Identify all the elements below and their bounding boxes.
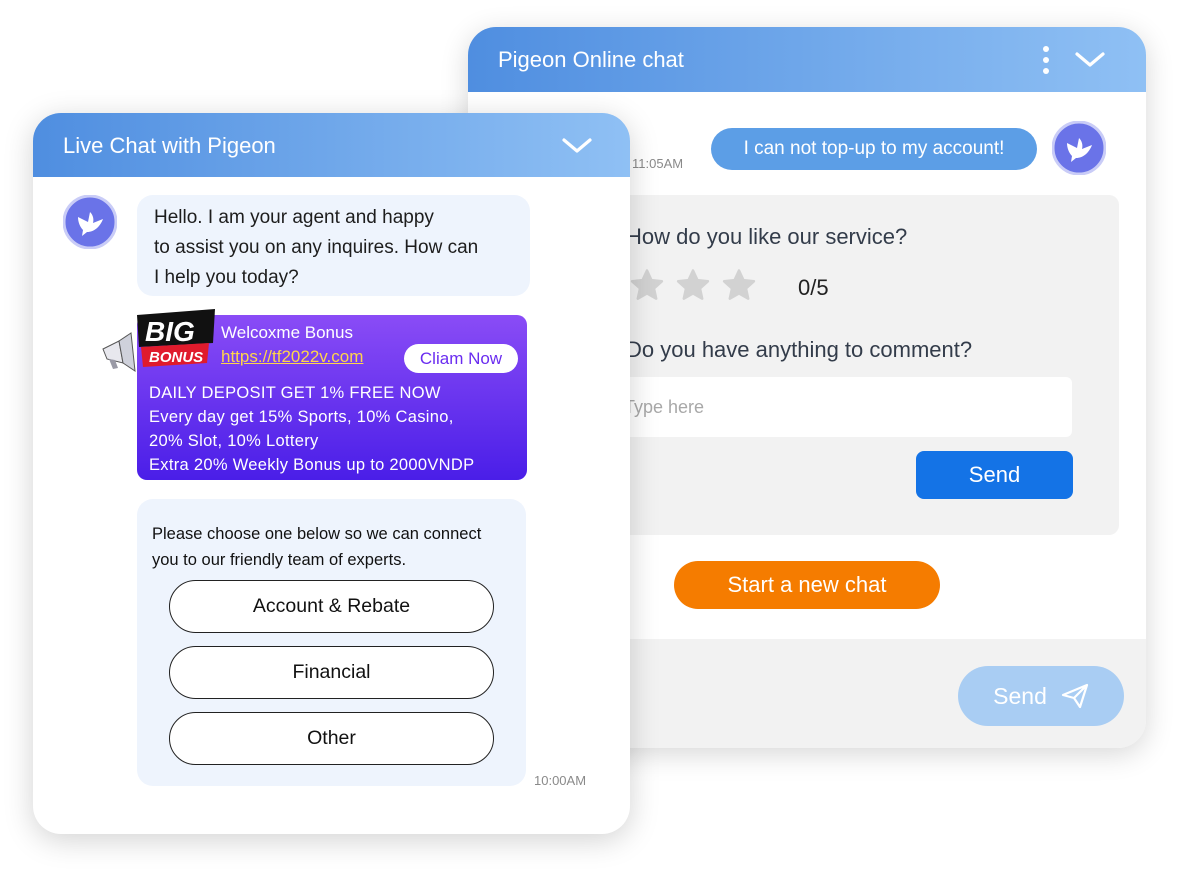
chat-header: Pigeon Online chat (468, 27, 1146, 92)
more-options-icon[interactable] (1036, 44, 1056, 76)
options-prompt: Please choose one below so we can connec… (152, 521, 481, 573)
rating-panel: How do you like our service? 0/5 Do you … (584, 195, 1119, 535)
agent-message-bubble: Hello. I am your agent and happy to assi… (137, 195, 530, 296)
live-chat-window: Live Chat with Pigeon Hello. I am your a… (33, 113, 630, 834)
promo-line: DAILY DEPOSIT GET 1% FREE NOW (149, 384, 441, 402)
pigeon-avatar-icon (1052, 121, 1106, 175)
svg-text:BIG: BIG (145, 316, 195, 347)
message-timestamp: 11:05AM (632, 156, 684, 171)
agent-message-line: Hello. I am your agent and happy (154, 207, 434, 228)
footer-send-label: Send (993, 682, 1047, 709)
promo-line: Extra 20% Weekly Bonus up to 2000VNDP (149, 456, 475, 474)
message-timestamp: 10:00AM (534, 773, 587, 788)
rating-score: 0/5 (798, 275, 829, 300)
claim-now-button[interactable]: Cliam Now (404, 344, 518, 373)
star-icon[interactable] (720, 267, 758, 305)
start-new-chat-button[interactable]: Start a new chat (674, 561, 940, 609)
big-bonus-badge: BIG BONUS (97, 309, 215, 373)
star-rating[interactable] (584, 267, 768, 307)
agent-message-line: I help you today? (154, 267, 299, 288)
user-message-bubble: I can not top-up to my account! (711, 128, 1037, 170)
pigeon-avatar-icon (63, 195, 117, 249)
megaphone-icon (97, 332, 136, 373)
promo-banner[interactable]: BIG BONUS Welcoxme Bonus https://tf2022v… (97, 309, 527, 480)
svg-text:BONUS: BONUS (149, 349, 203, 366)
options-card: Please choose one below so we can connec… (137, 499, 526, 786)
chevron-down-icon[interactable] (1074, 49, 1106, 71)
promo-line: 20% Slot, 10% Lottery (149, 432, 319, 450)
rating-question: How do you like our service? (626, 224, 908, 249)
comment-question: Do you have anything to comment? (626, 337, 973, 362)
chat-title: Live Chat with Pigeon (63, 133, 276, 158)
other-button[interactable]: Other (169, 712, 494, 765)
star-icon[interactable] (628, 267, 666, 305)
star-icon[interactable] (674, 267, 712, 305)
chat-title: Pigeon Online chat (498, 47, 684, 72)
chevron-down-icon[interactable] (561, 135, 593, 157)
options-prompt-line: Please choose one below so we can connec… (152, 525, 482, 543)
promo-line: Every day get 15% Sports, 10% Casino, (149, 408, 454, 426)
promo-details: DAILY DEPOSIT GET 1% FREE NOW Every day … (149, 381, 474, 477)
agent-message-line: to assist you on any inquires. How can (154, 237, 479, 258)
options-prompt-line: you to our friendly team of experts. (152, 551, 407, 569)
financial-button[interactable]: Financial (169, 646, 494, 699)
account-rebate-button[interactable]: Account & Rebate (169, 580, 494, 633)
send-icon (1061, 683, 1088, 709)
rating-send-button[interactable]: Send (916, 451, 1073, 499)
promo-link[interactable]: https://tf2022v.com (221, 347, 363, 367)
comment-input[interactable] (608, 377, 1072, 437)
footer-send-button[interactable]: Send (958, 666, 1124, 726)
promo-title: Welcoxme Bonus (221, 323, 353, 342)
chat-header: Live Chat with Pigeon (33, 113, 630, 177)
